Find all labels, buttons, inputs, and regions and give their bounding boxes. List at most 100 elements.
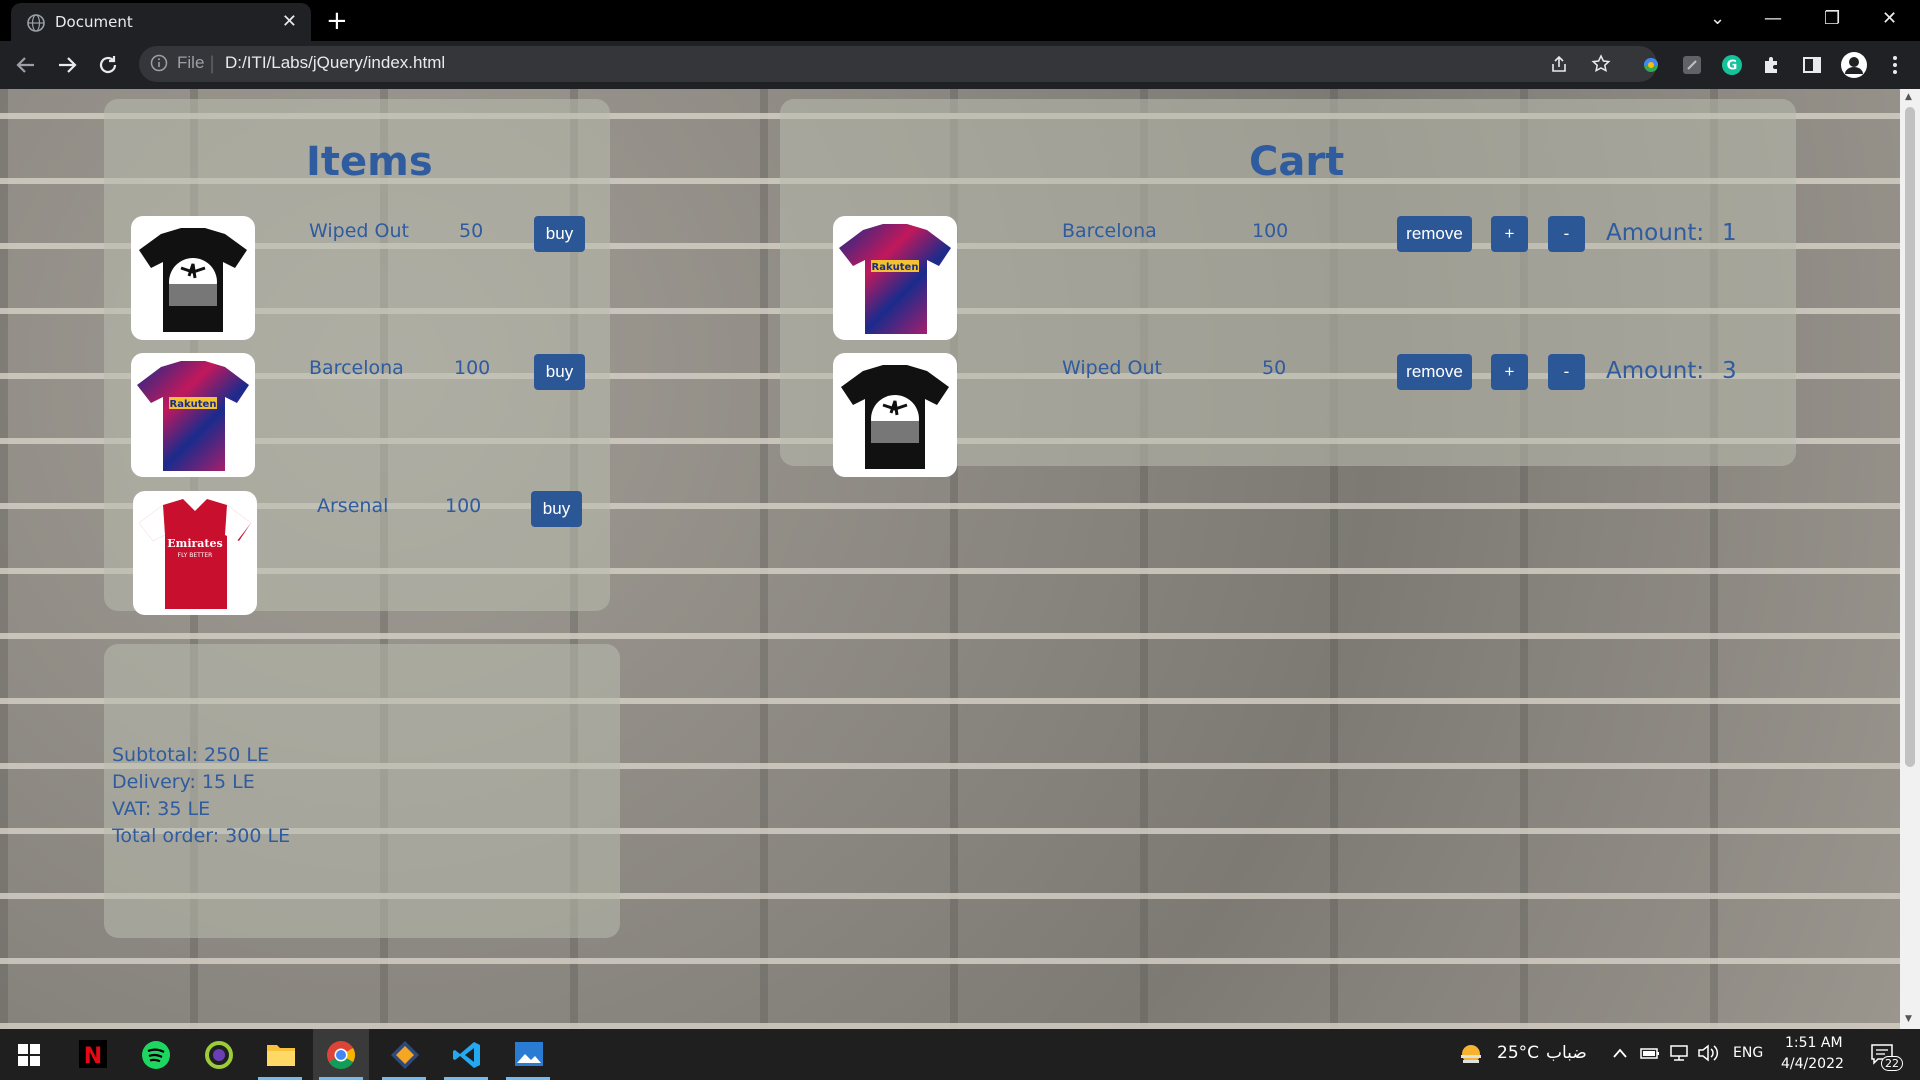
taskbar-chrome[interactable]: [313, 1029, 369, 1080]
git-diamond-icon: [391, 1041, 419, 1069]
taskbar-file-explorer[interactable]: [252, 1029, 308, 1080]
amount-label: Amount:: [1606, 358, 1705, 384]
forward-icon[interactable]: [55, 53, 79, 77]
svg-text:Rakuten: Rakuten: [170, 399, 217, 410]
network-icon[interactable]: [1669, 1044, 1689, 1062]
notification-count-badge: 22: [1881, 1056, 1903, 1071]
spotify-icon: [142, 1041, 170, 1069]
scroll-thumb[interactable]: [1905, 107, 1915, 767]
buy-button[interactable]: buy: [534, 354, 585, 390]
increment-button[interactable]: +: [1491, 216, 1528, 252]
amount-value: 1: [1722, 220, 1737, 246]
taskbar-netflix[interactable]: N: [64, 1029, 120, 1080]
address-bar[interactable]: File | D:/ITI/Labs/jQuery/index.html: [139, 46, 1657, 82]
taskbar-git-tool[interactable]: [376, 1029, 432, 1080]
new-tab-button[interactable]: +: [326, 6, 348, 36]
black-tshirt-icon: [841, 365, 949, 469]
bookmark-star-icon[interactable]: [1591, 54, 1611, 74]
product-image-barcelona: Rakuten: [131, 353, 255, 477]
restore-button[interactable]: ❐: [1824, 8, 1840, 29]
url-separator: |: [209, 53, 216, 74]
side-panel-icon[interactable]: [1801, 54, 1823, 76]
taskbar-app-ring[interactable]: [190, 1029, 246, 1080]
share-icon[interactable]: [1549, 54, 1569, 74]
menu-kebab-icon[interactable]: [1884, 54, 1906, 76]
barcelona-shirt-icon: Rakuten: [137, 361, 249, 471]
start-button[interactable]: [0, 1029, 56, 1080]
weather-temperature[interactable]: 25°C: [1497, 1043, 1539, 1063]
clock-date[interactable]: 4/4/2022: [1781, 1056, 1844, 1072]
scroll-down-arrow-icon[interactable]: ▼: [1905, 1014, 1912, 1024]
taskbar: N 25°C ضباب ENG 1:51 AM 4/4/2022 22: [0, 1029, 1920, 1080]
browser-toolbar: File | D:/ITI/Labs/jQuery/index.html G: [0, 41, 1920, 89]
subtotal-text: Subtotal: 250 LE: [112, 744, 269, 766]
svg-text:Emirates: Emirates: [167, 537, 222, 550]
amount-value: 3: [1722, 358, 1737, 384]
arsenal-shirt-icon: Emirates FLY BETTER: [139, 499, 251, 609]
minimize-button[interactable]: —: [1764, 8, 1782, 29]
vat-text: VAT: 35 LE: [112, 798, 211, 820]
folder-icon: [267, 1045, 295, 1066]
increment-button[interactable]: +: [1491, 354, 1528, 390]
scroll-up-arrow-icon[interactable]: ▲: [1905, 92, 1912, 102]
svg-text:Rakuten: Rakuten: [872, 262, 919, 273]
weather-fog-icon[interactable]: [1459, 1043, 1483, 1067]
clock-time[interactable]: 1:51 AM: [1785, 1035, 1843, 1051]
taskbar-photos[interactable]: [500, 1029, 556, 1080]
volume-icon[interactable]: [1697, 1044, 1719, 1062]
tab-search-icon[interactable]: ⌄: [1710, 8, 1725, 29]
extension-color-icon[interactable]: [1640, 54, 1662, 76]
amount-label: Amount:: [1606, 220, 1705, 246]
taskbar-spotify[interactable]: [127, 1029, 183, 1080]
barcelona-shirt-icon: Rakuten: [839, 224, 951, 334]
windows-logo-icon: [18, 1044, 40, 1066]
cart-item-price: 50: [1262, 357, 1287, 379]
total-order-text: Total order: 300 LE: [112, 825, 291, 847]
items-title: Items: [306, 139, 433, 185]
decrement-button[interactable]: -: [1548, 354, 1585, 390]
ring-app-icon: [205, 1041, 233, 1069]
item-name: Barcelona: [309, 357, 404, 379]
buy-button[interactable]: buy: [534, 216, 585, 252]
remove-button[interactable]: remove: [1397, 354, 1472, 390]
battery-icon[interactable]: [1640, 1045, 1660, 1061]
product-image-wiped-out: [131, 216, 255, 340]
item-name: Wiped Out: [309, 220, 409, 242]
close-tab-icon[interactable]: ✕: [282, 11, 297, 32]
taskbar-vscode[interactable]: [438, 1029, 494, 1080]
remove-button[interactable]: remove: [1397, 216, 1472, 252]
product-image-arsenal: Emirates FLY BETTER: [133, 491, 257, 615]
grammarly-icon[interactable]: G: [1721, 54, 1743, 76]
page-viewport: Items Wiped Out 50 buy Rakuten Barcelona…: [0, 89, 1900, 1029]
back-icon[interactable]: [14, 53, 38, 77]
svg-text:N: N: [84, 1044, 102, 1068]
buy-button[interactable]: buy: [531, 491, 582, 527]
decrement-button[interactable]: -: [1548, 216, 1585, 252]
cart-panel: Cart Rakuten Barcelona 100 remove + - Am…: [780, 99, 1796, 477]
items-panel: Items Wiped Out 50 buy Rakuten Barcelona…: [104, 99, 610, 615]
cart-item-name: Barcelona: [1062, 220, 1157, 242]
cart-item-price: 100: [1252, 220, 1289, 242]
delivery-text: Delivery: 15 LE: [112, 771, 255, 793]
page-scrollbar[interactable]: ▲ ▼: [1900, 89, 1920, 1029]
weather-description[interactable]: ضباب: [1546, 1043, 1587, 1063]
item-price: 100: [454, 357, 491, 379]
url-text[interactable]: D:/ITI/Labs/jQuery/index.html: [225, 53, 445, 73]
reload-icon[interactable]: [96, 53, 120, 77]
svg-text:G: G: [1727, 59, 1738, 74]
info-icon[interactable]: [150, 54, 168, 72]
close-window-button[interactable]: ✕: [1882, 8, 1897, 29]
url-scheme-label: File: [177, 53, 205, 72]
cart-image-wiped-out: [833, 353, 957, 477]
photos-icon: [515, 1042, 543, 1066]
chrome-icon: [327, 1041, 355, 1069]
extension-tool-icon[interactable]: [1681, 54, 1703, 76]
profile-avatar-icon[interactable]: [1840, 51, 1868, 79]
language-indicator[interactable]: ENG: [1733, 1045, 1763, 1061]
netflix-icon: N: [79, 1040, 107, 1068]
item-name: Arsenal: [317, 495, 389, 517]
black-tshirt-icon: [139, 228, 247, 332]
extensions-puzzle-icon[interactable]: [1761, 54, 1783, 76]
browser-tab[interactable]: Document ✕: [11, 3, 311, 41]
chevron-up-icon[interactable]: [1612, 1047, 1628, 1059]
